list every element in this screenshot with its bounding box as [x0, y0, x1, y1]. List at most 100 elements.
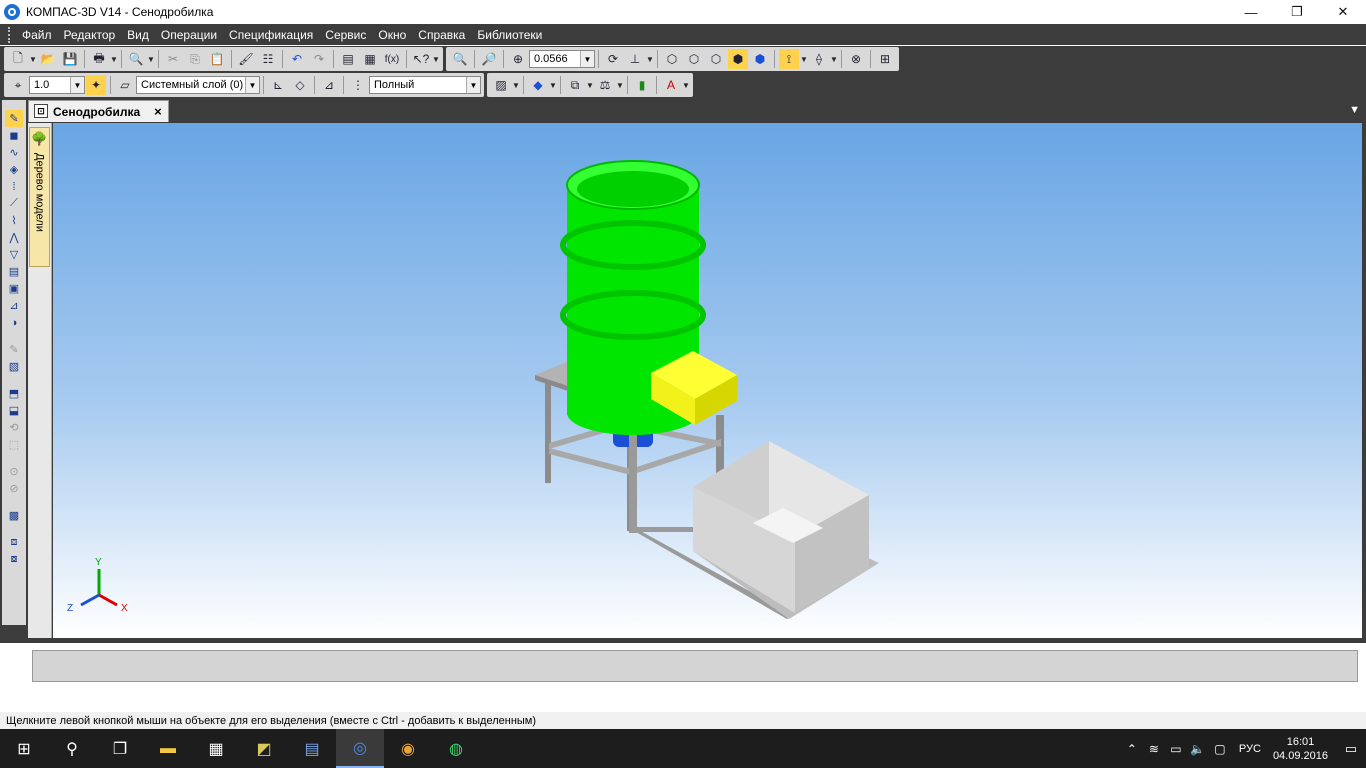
hidden-lines-thin-icon[interactable]: ⬡	[706, 49, 726, 69]
chevron-down-icon[interactable]: ▼	[830, 55, 838, 64]
undo-icon[interactable]: ↶	[287, 49, 307, 69]
chevron-down-icon[interactable]: ▼	[580, 51, 594, 67]
chevron-down-icon[interactable]: ▼	[147, 55, 155, 64]
measure-icon[interactable]: ⊞	[875, 49, 895, 69]
layers-icon[interactable]: ▱	[115, 75, 135, 95]
hidden-lines-icon[interactable]: ⬡	[684, 49, 704, 69]
menu-libraries[interactable]: Библиотеки	[471, 28, 548, 42]
components-icon[interactable]: ⧉	[565, 75, 585, 95]
sections-icon[interactable]: ▨	[491, 75, 511, 95]
windows-start-icon[interactable]: ⊞	[0, 729, 48, 768]
chevron-down-icon[interactable]: ▼	[70, 77, 84, 93]
magnet-icon[interactable]: ⊗	[846, 49, 866, 69]
arrays-icon[interactable]: ⁞	[5, 178, 23, 195]
zoom-extents-icon[interactable]: 🔎	[479, 49, 499, 69]
edit-component-icon[interactable]: ✎	[5, 341, 23, 358]
menu-file[interactable]: Файл	[16, 28, 58, 42]
view-mode-select[interactable]: Полный ▼	[369, 76, 481, 94]
aux-geometry-icon[interactable]: ⟋	[5, 195, 23, 212]
close-tab-icon[interactable]: ×	[154, 104, 162, 119]
menu-view[interactable]: Вид	[121, 28, 155, 42]
chevron-down-icon[interactable]: ▼	[432, 55, 440, 64]
library-icon[interactable]: ⚖	[595, 75, 615, 95]
function-icon[interactable]: f(x)	[382, 49, 402, 69]
diagnostics-icon[interactable]: ◑	[5, 314, 23, 331]
curves-icon[interactable]: ∿	[5, 144, 23, 161]
layer-select[interactable]: Системный слой (0) ▼	[136, 76, 260, 94]
menu-operations[interactable]: Операции	[155, 28, 223, 42]
tabs-menu-icon[interactable]: ▼	[1349, 104, 1360, 116]
solid-icon[interactable]: ◼	[5, 127, 23, 144]
grip-handle[interactable]	[8, 26, 12, 43]
variables-icon[interactable]: ▦	[360, 49, 380, 69]
print-icon[interactable]: 🖶	[89, 49, 109, 69]
snap-icon[interactable]: ✦	[86, 75, 106, 95]
save-icon[interactable]: 💾	[60, 49, 80, 69]
text-style-icon[interactable]: A	[661, 75, 681, 95]
paste-icon[interactable]: 📋	[207, 49, 227, 69]
chevron-down-icon[interactable]: ▼	[646, 55, 654, 64]
tab-senodrobilka[interactable]: ⊡ Сенодробилка ×	[28, 100, 169, 122]
task-view-icon[interactable]: ❐	[96, 729, 144, 768]
redo-icon[interactable]: ↷	[309, 49, 329, 69]
open-folder-icon[interactable]: 📂	[38, 49, 58, 69]
assembly-icon[interactable]: ▩	[5, 507, 23, 524]
format-brush-icon[interactable]: 🖌	[236, 49, 256, 69]
model-tree-tab[interactable]: 🌳 Дерево модели	[29, 127, 50, 267]
step-input[interactable]: 1.0 ▼	[29, 76, 85, 94]
orientation-plane-icon[interactable]: ◇	[290, 75, 310, 95]
menu-editor[interactable]: Редактор	[58, 28, 122, 42]
chevron-down-icon[interactable]: ▼	[586, 81, 594, 90]
spec-icon[interactable]: ▤	[5, 263, 23, 280]
wireframe-icon[interactable]: ⬡	[662, 49, 682, 69]
zoom-component-icon[interactable]: ⊙	[5, 463, 23, 480]
volume-icon[interactable]: 🔈	[1187, 742, 1209, 756]
properties-icon[interactable]: ☷	[258, 49, 278, 69]
chevron-down-icon[interactable]: ▼	[29, 55, 37, 64]
menu-service[interactable]: Сервис	[319, 28, 372, 42]
edit-details-icon[interactable]: ✎	[5, 110, 23, 127]
model-viewport[interactable]: Y X Z	[53, 123, 1362, 638]
local-cs-icon[interactable]: ⊾	[268, 75, 288, 95]
menu-help[interactable]: Справка	[412, 28, 471, 42]
sketch-icon[interactable]: ⋀	[5, 229, 23, 246]
whatsapp-icon[interactable]: ◍	[432, 729, 480, 768]
chevron-down-icon[interactable]: ▼	[549, 81, 557, 90]
step-cursor-icon[interactable]: ⌖	[8, 75, 28, 95]
zoom-scale-icon[interactable]: ⊕	[508, 49, 528, 69]
zoom-window-icon[interactable]: 🔍	[450, 49, 470, 69]
menu-window[interactable]: Окно	[372, 28, 412, 42]
light-icon[interactable]: ⟠	[809, 49, 829, 69]
chevron-up-icon[interactable]: ⌃	[1121, 742, 1143, 756]
wifi-icon[interactable]: ≋	[1143, 742, 1165, 756]
chevron-down-icon[interactable]: ▼	[245, 77, 259, 93]
maximize-button[interactable]: ❐	[1274, 0, 1320, 24]
report-icon[interactable]: ▣	[5, 280, 23, 297]
minimize-button[interactable]: —	[1228, 0, 1274, 24]
new-document-icon[interactable]: 🗋	[8, 49, 28, 69]
help-pointer-icon[interactable]: ↖?	[411, 49, 431, 69]
cut-icon[interactable]: ✂	[163, 49, 183, 69]
notifications-icon[interactable]: ▭	[1336, 741, 1366, 757]
search-icon[interactable]: ⚲	[48, 729, 96, 768]
surfaces-icon[interactable]: ◈	[5, 161, 23, 178]
filter-funnel-icon[interactable]: ▽	[5, 246, 23, 263]
menu-specification[interactable]: Спецификация	[223, 28, 319, 42]
hide-component-icon[interactable]: ⊘	[5, 480, 23, 497]
filter-icon[interactable]: ⊿	[319, 75, 339, 95]
rotate-icon[interactable]: ⟳	[603, 49, 623, 69]
move-component-icon[interactable]: ⬓	[5, 402, 23, 419]
insert-component-icon[interactable]: ▧	[5, 358, 23, 375]
rotate-component-icon[interactable]: ⟲	[5, 419, 23, 436]
chevron-down-icon[interactable]: ▼	[512, 81, 520, 90]
explode-icon[interactable]: ⧈	[5, 534, 23, 551]
message-icon[interactable]: ▢	[1209, 742, 1231, 756]
clock[interactable]: 16:01 04.09.2016	[1273, 735, 1328, 763]
photos-icon[interactable]: ◩	[240, 729, 288, 768]
orientation-icon[interactable]: ⊥	[625, 49, 645, 69]
chevron-down-icon[interactable]: ▼	[110, 55, 118, 64]
shaded-icon[interactable]: ⬢	[728, 49, 748, 69]
manager-icon[interactable]: ▤	[338, 49, 358, 69]
chrome-icon[interactable]: ◉	[384, 729, 432, 768]
chevron-down-icon[interactable]: ▼	[616, 81, 624, 90]
